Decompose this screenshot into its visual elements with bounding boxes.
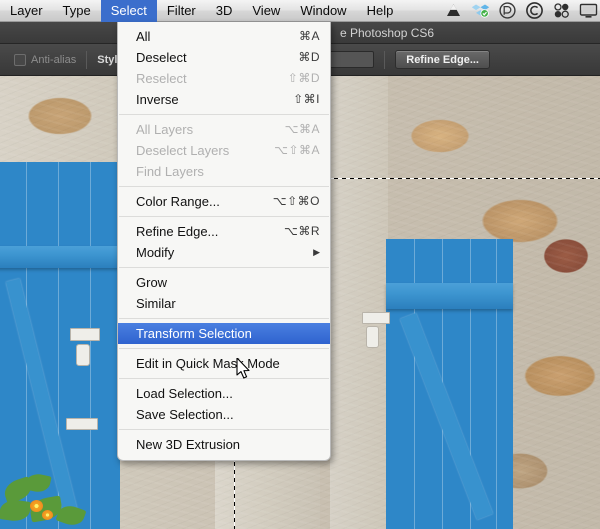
menu-item-label: Save Selection... xyxy=(136,407,234,422)
menu-item-label: Grow xyxy=(136,275,168,290)
menu-item-shortcut: ⌥⇧⌘A xyxy=(274,143,320,157)
menubar-item-help[interactable]: Help xyxy=(357,0,404,22)
menu-item-label: Reselect xyxy=(136,71,187,86)
menu-item-label: All Layers xyxy=(136,122,194,137)
menu-item-shortcut: ⌘A xyxy=(298,29,320,43)
menu-item-label: Refine Edge... xyxy=(136,224,219,239)
menu-item-reselect: Reselect ⇧⌘D xyxy=(118,68,330,89)
menu-item-label: New 3D Extrusion xyxy=(136,437,241,452)
menu-item-label: Find Layers xyxy=(136,164,204,179)
creative-cloud-icon[interactable] xyxy=(525,1,544,20)
menu-item-save-selection[interactable]: Save Selection... xyxy=(118,404,330,425)
menu-item-shortcut: ⇧⌘D xyxy=(287,71,320,85)
flower xyxy=(30,500,43,512)
menu-item-label: Load Selection... xyxy=(136,386,233,401)
flower xyxy=(42,510,53,520)
menu-item-label: Similar xyxy=(136,296,176,311)
select-menu-dropdown[interactable]: All ⌘A Deselect ⌘D Reselect ⇧⌘D Inverse ⇧⌘I All … xyxy=(117,22,331,461)
menubar-item-filter[interactable]: Filter xyxy=(157,0,206,22)
menu-item-load-selection[interactable]: Load Selection... xyxy=(118,383,330,404)
menu-item-label: Modify xyxy=(136,245,175,260)
shutter-left xyxy=(0,162,120,529)
menu-item-all-layers: All Layers ⌥⌘A xyxy=(118,119,330,140)
menu-item-shortcut: ⌥⌘A xyxy=(284,122,320,136)
menu-item-label: Color Range... xyxy=(136,194,220,209)
shutter-latch-left xyxy=(76,344,90,366)
antialias-label: Anti-alias xyxy=(31,53,77,66)
menu-item-transform-selection[interactable]: Transform Selection xyxy=(118,323,330,344)
menu-item-modify[interactable]: Modify ▶ xyxy=(118,242,330,263)
suitcase-icon[interactable] xyxy=(498,1,517,20)
menu-separator xyxy=(119,114,329,115)
menu-separator xyxy=(119,378,329,379)
shutter-hinge-left-bottom xyxy=(66,418,98,430)
menu-separator xyxy=(119,186,329,187)
menu-item-new-3d-extrusion[interactable]: New 3D Extrusion xyxy=(118,434,330,455)
menu-item-label: Transform Selection xyxy=(136,326,252,341)
menubar-item-select[interactable]: Select xyxy=(100,0,157,22)
menubar-item-layer[interactable]: Layer xyxy=(0,0,53,22)
shutter-right xyxy=(386,239,513,529)
submenu-arrow-icon: ▶ xyxy=(313,247,320,257)
display-icon[interactable] xyxy=(579,1,598,20)
menubar-status-icons xyxy=(444,0,600,22)
menu-item-similar[interactable]: Similar xyxy=(118,293,330,314)
menu-item-all[interactable]: All ⌘A xyxy=(118,26,330,47)
menu-item-grow[interactable]: Grow xyxy=(118,272,330,293)
menu-item-shortcut: ⌥⇧⌘O xyxy=(272,194,320,208)
menubar-item-type[interactable]: Type xyxy=(53,0,101,22)
menu-separator xyxy=(119,318,329,319)
menubar-item-3d[interactable]: 3D xyxy=(206,0,243,22)
menu-item-refine-edge[interactable]: Refine Edge... ⌥⌘R xyxy=(118,221,330,242)
menu-item-label: Deselect Layers xyxy=(136,143,230,158)
menu-item-deselect-layers: Deselect Layers ⌥⇧⌘A xyxy=(118,140,330,161)
menu-item-color-range[interactable]: Color Range... ⌥⇧⌘O xyxy=(118,191,330,212)
menu-separator xyxy=(119,348,329,349)
menu-item-label: Deselect xyxy=(136,50,187,65)
menu-bar: Layer Type Select Filter 3D View Window … xyxy=(0,0,600,22)
menu-item-shortcut: ⌘D xyxy=(298,50,320,64)
refine-edge-button[interactable]: Refine Edge... xyxy=(395,50,490,69)
shutter-hinge-right-top xyxy=(362,312,390,324)
menu-item-label: Inverse xyxy=(136,92,179,107)
menubar-item-window[interactable]: Window xyxy=(290,0,356,22)
mouse-cursor-icon xyxy=(236,358,250,379)
menu-separator xyxy=(119,267,329,268)
shutter-hinge-left-top xyxy=(70,328,100,341)
menu-item-shortcut: ⌥⌘R xyxy=(284,224,320,238)
options-divider-2 xyxy=(384,50,386,69)
menu-item-inverse[interactable]: Inverse ⇧⌘I xyxy=(118,89,330,110)
options-divider-1 xyxy=(86,50,88,69)
menu-separator xyxy=(119,216,329,217)
dropbox-icon[interactable] xyxy=(471,1,490,20)
shutter-latch-right xyxy=(366,326,379,348)
menubar-item-view[interactable]: View xyxy=(242,0,290,22)
menu-item-label: All xyxy=(136,29,151,44)
menu-item-deselect[interactable]: Deselect ⌘D xyxy=(118,47,330,68)
antialias-checkbox[interactable] xyxy=(14,53,26,66)
menu-separator xyxy=(119,429,329,430)
google-drive-icon[interactable] xyxy=(444,1,463,20)
menu-item-shortcut: ⇧⌘I xyxy=(293,92,320,106)
dots-icon[interactable] xyxy=(552,1,571,20)
menu-item-label: Edit in Quick Mask Mode xyxy=(136,356,280,371)
menu-item-edit-in-quick-mask-mode[interactable]: Edit in Quick Mask Mode xyxy=(118,353,330,374)
menu-item-find-layers: Find Layers xyxy=(118,161,330,182)
